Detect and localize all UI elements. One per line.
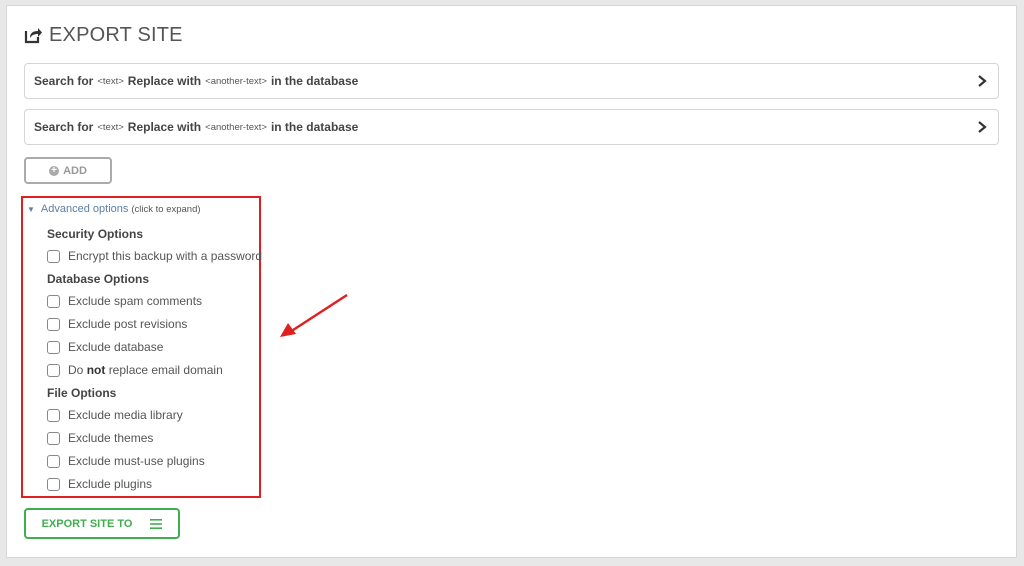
option-encrypt[interactable]: Encrypt this backup with a password <box>47 249 262 263</box>
advanced-options-title[interactable]: Advanced options <box>41 203 128 215</box>
checkbox[interactable] <box>47 294 60 308</box>
checkbox[interactable] <box>47 431 60 445</box>
option-label: Exclude spam comments <box>68 294 203 308</box>
chevron-right-icon[interactable] <box>976 74 988 88</box>
advanced-options-toggle[interactable]: ▼ Advanced options (click to expand) <box>27 203 201 215</box>
triangle-down-icon: ▼ <box>27 204 35 214</box>
option-label: Exclude themes <box>68 431 154 445</box>
advanced-options-hint: (click to expand) <box>131 203 201 215</box>
export-icon <box>24 28 42 44</box>
option-exclude-themes[interactable]: Exclude themes <box>47 431 153 445</box>
add-button-label: ADD <box>63 164 87 177</box>
replace-label: Replace with <box>127 74 202 88</box>
option-label: Exclude post revisions <box>68 317 188 331</box>
replace-placeholder[interactable]: <another-text> <box>205 76 267 87</box>
add-button[interactable]: + ADD <box>24 157 112 184</box>
export-site-to-button[interactable]: EXPORT SITE TO <box>24 508 180 539</box>
row-suffix: in the database <box>270 120 359 134</box>
checkbox[interactable] <box>47 363 60 377</box>
page-title-text: EXPORT SITE <box>49 23 183 46</box>
search-placeholder[interactable]: <text> <box>97 76 123 87</box>
option-label: Exclude plugins <box>68 477 153 491</box>
security-options-heading: Security Options <box>47 227 144 241</box>
chevron-right-icon[interactable] <box>976 120 988 134</box>
search-label: Search for <box>34 120 94 134</box>
option-exclude-spam[interactable]: Exclude spam comments <box>47 294 202 308</box>
option-exclude-mu-plugins[interactable]: Exclude must-use plugins <box>47 454 205 468</box>
option-no-replace-email[interactable]: Do not replace email domain <box>47 363 223 377</box>
option-exclude-revisions[interactable]: Exclude post revisions <box>47 317 187 331</box>
annotation-arrow-icon <box>280 293 348 337</box>
search-label: Search for <box>34 74 94 88</box>
checkbox[interactable] <box>47 408 60 422</box>
option-label: Exclude database <box>68 340 164 354</box>
option-exclude-media[interactable]: Exclude media library <box>47 408 183 422</box>
option-label: Exclude media library <box>68 408 183 422</box>
option-exclude-plugins[interactable]: Exclude plugins <box>47 477 152 491</box>
option-label-post: replace email domain <box>108 363 223 377</box>
row-suffix: in the database <box>270 74 359 88</box>
replace-label: Replace with <box>127 120 202 134</box>
menu-icon <box>150 518 163 529</box>
option-label-pre: Do <box>68 363 84 377</box>
checkbox[interactable] <box>47 317 60 331</box>
replace-placeholder[interactable]: <another-text> <box>205 122 267 133</box>
page-title: EXPORT SITE <box>23 23 183 47</box>
checkbox[interactable] <box>47 340 60 354</box>
option-label-emphasis: not <box>86 363 106 377</box>
database-options-heading: Database Options <box>47 272 150 286</box>
option-label: Encrypt this backup with a password <box>68 249 263 263</box>
checkbox[interactable] <box>47 477 60 491</box>
plus-circle-icon: + <box>49 165 60 176</box>
search-replace-row[interactable]: Search for <text> Replace with <another-… <box>24 109 999 145</box>
file-options-heading: File Options <box>47 386 117 400</box>
search-placeholder[interactable]: <text> <box>97 122 123 133</box>
option-label: Exclude must-use plugins <box>68 454 205 468</box>
checkbox[interactable] <box>47 454 60 468</box>
search-replace-row[interactable]: Search for <text> Replace with <another-… <box>24 63 999 99</box>
export-button-label: EXPORT SITE TO <box>41 517 133 530</box>
checkbox[interactable] <box>47 249 60 263</box>
option-exclude-database[interactable]: Exclude database <box>47 340 163 354</box>
